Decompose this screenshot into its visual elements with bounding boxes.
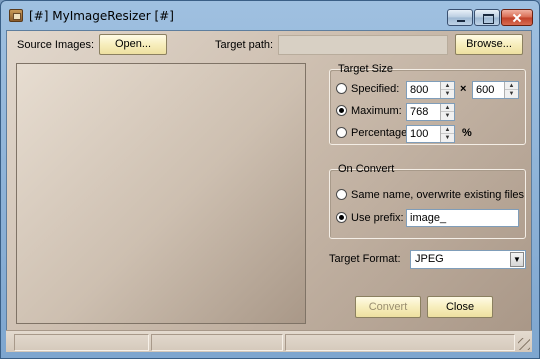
specified-radio[interactable] <box>336 83 347 94</box>
title-bar[interactable]: [#] MyImageResizer [#] <box>1 1 539 31</box>
chevron-down-icon[interactable]: ▼ <box>510 252 524 267</box>
spin-down-icon[interactable]: ▼ <box>441 134 454 142</box>
close-icon <box>502 10 532 25</box>
target-size-group: Target Size Specified: 800 ▲ ▼ × 600 ▲ ▼ M… <box>329 63 526 145</box>
target-format-label: Target Format: <box>329 253 401 265</box>
spin-down-icon[interactable]: ▼ <box>505 90 518 98</box>
source-images-label: Source Images: <box>17 39 95 51</box>
specified-height-spinner[interactable]: 600 ▲ ▼ <box>472 81 519 99</box>
spin-up-icon[interactable]: ▲ <box>441 126 454 134</box>
target-format-value: JPEG <box>415 253 444 265</box>
app-icon <box>9 9 23 22</box>
status-bar <box>6 330 532 352</box>
spin-down-icon[interactable]: ▼ <box>441 112 454 120</box>
target-size-title: Target Size <box>338 63 394 75</box>
same-name-radio[interactable] <box>336 189 347 200</box>
maximum-spinner[interactable]: 768 ▲ ▼ <box>406 103 455 121</box>
status-cell-2 <box>151 334 283 351</box>
percentage-spinner[interactable]: 100 ▲ ▼ <box>406 125 455 143</box>
open-button[interactable]: Open... <box>99 34 167 55</box>
maximize-icon <box>475 10 499 25</box>
use-prefix-label: Use prefix: <box>351 212 404 224</box>
resize-grip-icon[interactable] <box>518 338 530 350</box>
prefix-input[interactable]: image_ <box>406 209 519 227</box>
specified-width-value: 800 <box>410 84 429 96</box>
specified-height-value: 600 <box>476 84 495 96</box>
convert-button[interactable]: Convert <box>355 296 421 318</box>
browse-button[interactable]: Browse... <box>455 34 523 55</box>
spin-down-icon[interactable]: ▼ <box>441 90 454 98</box>
minimize-icon <box>448 10 472 25</box>
target-format-select[interactable]: JPEG ▼ <box>410 250 526 269</box>
maximum-radio[interactable] <box>336 105 347 116</box>
minimize-button[interactable] <box>447 9 473 26</box>
percentage-radio[interactable] <box>336 127 347 138</box>
target-path-label: Target path: <box>215 39 274 51</box>
times-symbol: × <box>460 83 467 95</box>
spin-up-icon[interactable]: ▲ <box>441 104 454 112</box>
maximum-label: Maximum: <box>351 105 402 117</box>
spin-up-icon[interactable]: ▲ <box>441 82 454 90</box>
close-button[interactable]: Close <box>427 296 493 318</box>
on-convert-title: On Convert <box>338 163 395 175</box>
same-name-label: Same name, overwrite existing files <box>351 189 525 201</box>
close-window-button[interactable] <box>501 9 533 26</box>
maximum-value: 768 <box>410 106 429 118</box>
percentage-label: Percentage: <box>351 127 411 139</box>
client-area: Source Images: Open... Target path: Brow… <box>6 30 532 352</box>
status-cell-3 <box>285 334 515 351</box>
specified-label: Specified: <box>351 83 400 95</box>
use-prefix-radio[interactable] <box>336 212 347 223</box>
spin-up-icon[interactable]: ▲ <box>505 82 518 90</box>
specified-width-spinner[interactable]: 800 ▲ ▼ <box>406 81 455 99</box>
percentage-value: 100 <box>410 128 429 140</box>
target-path-input[interactable] <box>278 35 448 55</box>
source-images-list[interactable] <box>16 63 306 324</box>
percent-symbol: % <box>462 127 472 139</box>
maximize-button[interactable] <box>474 9 500 26</box>
status-cell-1 <box>14 334 149 351</box>
window-title: [#] MyImageResizer [#] <box>29 9 174 23</box>
on-convert-group: On Convert Same name, overwrite existing… <box>329 163 526 239</box>
